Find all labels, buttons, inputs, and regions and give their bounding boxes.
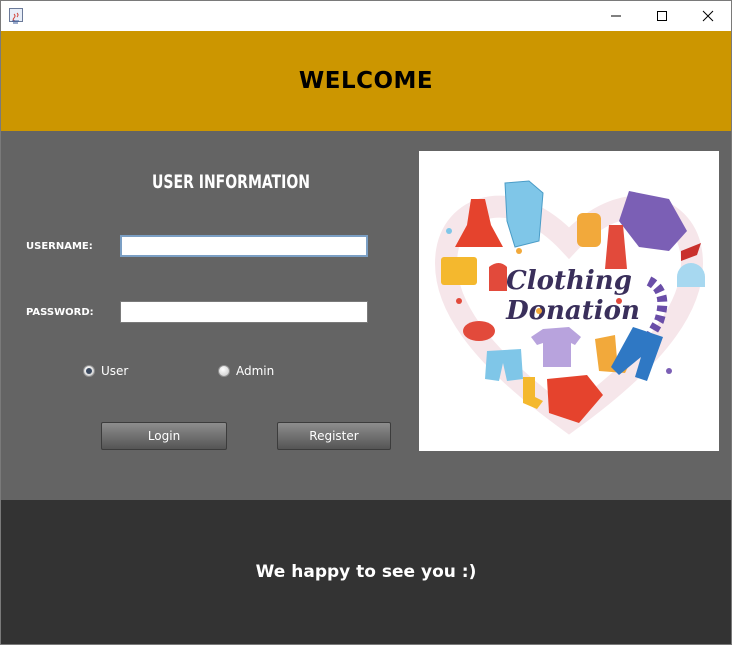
username-input[interactable] <box>120 235 368 257</box>
role-radio-admin[interactable]: Admin <box>218 364 274 378</box>
password-label: PASSWORD: <box>26 307 94 318</box>
maximize-icon <box>657 11 667 21</box>
poster-line1: Clothing <box>506 266 632 296</box>
yellow-top-icon <box>441 257 477 285</box>
clothing-donation-image: Clothing Donation <box>419 151 719 451</box>
minimize-button[interactable] <box>593 1 639 31</box>
tshirt-icon <box>531 327 581 367</box>
username-label: USERNAME: <box>26 241 93 252</box>
close-button[interactable] <box>685 1 731 31</box>
register-button[interactable]: Register <box>277 422 391 450</box>
radio-unselected-icon[interactable] <box>218 365 230 377</box>
app-window: WELCOME USER INFORMATION USERNAME: PASSW… <box>0 0 732 645</box>
minimize-icon <box>611 15 621 17</box>
hat-icon <box>463 321 495 341</box>
password-input[interactable] <box>120 301 368 323</box>
tank-top-icon <box>605 225 627 269</box>
login-button[interactable]: Login <box>101 422 227 450</box>
welcome-title: WELCOME <box>298 68 434 94</box>
footer-panel: We happy to see you :) <box>1 500 731 644</box>
mitten-icon <box>489 263 507 291</box>
hoodie-icon <box>619 191 687 251</box>
role-radio-user[interactable]: User <box>83 364 128 378</box>
role-user-label: User <box>101 364 129 378</box>
header-banner: WELCOME <box>1 31 731 131</box>
close-icon <box>702 10 714 22</box>
backpack-icon <box>577 213 601 247</box>
footer-message: We happy to see you :) <box>255 562 477 582</box>
shirt-icon <box>504 180 544 248</box>
java-app-icon <box>9 8 23 24</box>
jeans-icon <box>611 327 663 381</box>
section-title: USER INFORMATION <box>152 171 310 193</box>
login-panel: USER INFORMATION USERNAME: PASSWORD: Use… <box>1 131 731 500</box>
radio-selected-icon[interactable] <box>83 365 95 377</box>
role-admin-label: Admin <box>236 364 275 378</box>
title-bar <box>1 1 731 31</box>
maximize-button[interactable] <box>639 1 685 31</box>
